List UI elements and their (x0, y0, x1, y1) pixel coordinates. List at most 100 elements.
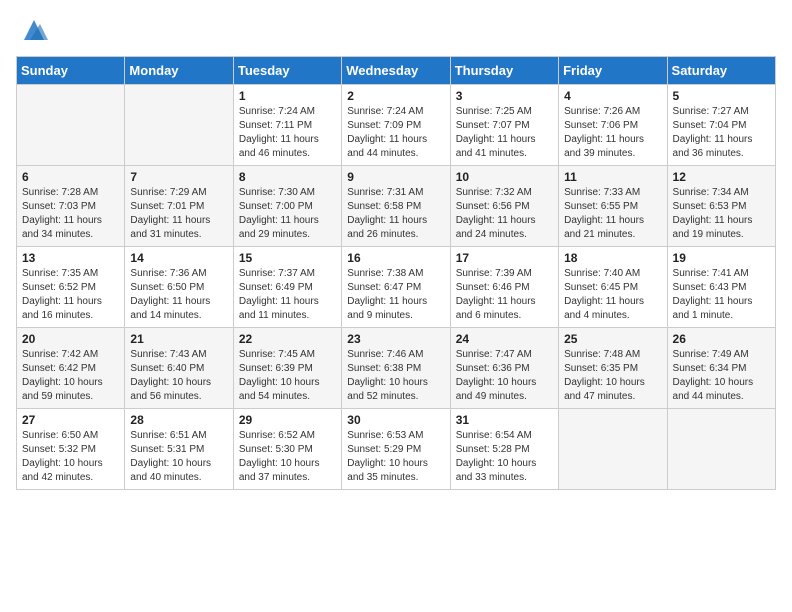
calendar-cell: 4 Sunrise: 7:26 AM Sunset: 7:06 PM Daylig… (559, 85, 667, 166)
day-info: Sunrise: 7:43 AM Sunset: 6:40 PM Dayligh… (130, 348, 227, 404)
day-number: 3 (456, 89, 553, 103)
day-info: Sunrise: 7:38 AM Sunset: 6:47 PM Dayligh… (347, 267, 444, 323)
day-info: Sunrise: 7:49 AM Sunset: 6:34 PM Dayligh… (673, 348, 770, 404)
day-number: 5 (673, 89, 770, 103)
day-info: Sunrise: 7:27 AM Sunset: 7:04 PM Dayligh… (673, 105, 770, 161)
day-info: Sunrise: 6:50 AM Sunset: 5:32 PM Dayligh… (22, 429, 119, 485)
day-number: 24 (456, 332, 553, 346)
day-info: Sunrise: 6:54 AM Sunset: 5:28 PM Dayligh… (456, 429, 553, 485)
day-info: Sunrise: 7:48 AM Sunset: 6:35 PM Dayligh… (564, 348, 661, 404)
day-number: 9 (347, 170, 444, 184)
day-number: 20 (22, 332, 119, 346)
day-number: 29 (239, 413, 336, 427)
calendar-cell (17, 85, 125, 166)
calendar-week-row: 13Sunrise: 7:35 AM Sunset: 6:52 PM Dayli… (17, 247, 776, 328)
day-info: Sunrise: 7:30 AM Sunset: 7:00 PM Dayligh… (239, 186, 336, 242)
day-number: 17 (456, 251, 553, 265)
logo-icon (20, 16, 48, 44)
calendar-cell: 27 Sunrise: 6:50 AM Sunset: 5:32 PM Dayli… (17, 409, 125, 490)
calendar-week-row: 27 Sunrise: 6:50 AM Sunset: 5:32 PM Dayli… (17, 409, 776, 490)
calendar-cell: 30 Sunrise: 6:53 AM Sunset: 5:29 PM Dayli… (342, 409, 450, 490)
calendar-cell: 17Sunrise: 7:39 AM Sunset: 6:46 PM Dayli… (450, 247, 558, 328)
day-info: Sunrise: 7:33 AM Sunset: 6:55 PM Dayligh… (564, 186, 661, 242)
calendar-cell: 21 Sunrise: 7:43 AM Sunset: 6:40 PM Dayli… (125, 328, 233, 409)
calendar-cell: 18Sunrise: 7:40 AM Sunset: 6:45 PM Dayli… (559, 247, 667, 328)
calendar-cell: 19Sunrise: 7:41 AM Sunset: 6:43 PM Dayli… (667, 247, 775, 328)
col-header-saturday: Saturday (667, 57, 775, 85)
day-number: 7 (130, 170, 227, 184)
calendar-cell: 25 Sunrise: 7:48 AM Sunset: 6:35 PM Dayli… (559, 328, 667, 409)
calendar-cell: 2 Sunrise: 7:24 AM Sunset: 7:09 PM Daylig… (342, 85, 450, 166)
calendar-cell: 15 Sunrise: 7:37 AM Sunset: 6:49 PM Dayli… (233, 247, 341, 328)
day-info: Sunrise: 7:26 AM Sunset: 7:06 PM Dayligh… (564, 105, 661, 161)
calendar-cell: 1Sunrise: 7:24 AM Sunset: 7:11 PM Daylig… (233, 85, 341, 166)
day-number: 6 (22, 170, 119, 184)
calendar-cell: 22 Sunrise: 7:45 AM Sunset: 6:39 PM Dayli… (233, 328, 341, 409)
calendar-cell: 28Sunrise: 6:51 AM Sunset: 5:31 PM Dayli… (125, 409, 233, 490)
day-number: 27 (22, 413, 119, 427)
calendar-week-row: 20 Sunrise: 7:42 AM Sunset: 6:42 PM Dayli… (17, 328, 776, 409)
day-number: 15 (239, 251, 336, 265)
day-number: 26 (673, 332, 770, 346)
day-info: Sunrise: 7:47 AM Sunset: 6:36 PM Dayligh… (456, 348, 553, 404)
day-number: 16 (347, 251, 444, 265)
calendar-cell: 12 Sunrise: 7:34 AM Sunset: 6:53 PM Dayli… (667, 166, 775, 247)
day-info: Sunrise: 7:42 AM Sunset: 6:42 PM Dayligh… (22, 348, 119, 404)
day-info: Sunrise: 7:24 AM Sunset: 7:09 PM Dayligh… (347, 105, 444, 161)
day-info: Sunrise: 7:24 AM Sunset: 7:11 PM Dayligh… (239, 105, 336, 161)
day-number: 19 (673, 251, 770, 265)
day-info: Sunrise: 6:52 AM Sunset: 5:30 PM Dayligh… (239, 429, 336, 485)
calendar-cell: 24 Sunrise: 7:47 AM Sunset: 6:36 PM Dayli… (450, 328, 558, 409)
day-info: Sunrise: 7:35 AM Sunset: 6:52 PM Dayligh… (22, 267, 119, 323)
day-info: Sunrise: 6:51 AM Sunset: 5:31 PM Dayligh… (130, 429, 227, 485)
calendar-cell: 20 Sunrise: 7:42 AM Sunset: 6:42 PM Dayli… (17, 328, 125, 409)
calendar-cell: 6Sunrise: 7:28 AM Sunset: 7:03 PM Daylig… (17, 166, 125, 247)
calendar-cell: 3Sunrise: 7:25 AM Sunset: 7:07 PM Daylig… (450, 85, 558, 166)
calendar-cell: 11 Sunrise: 7:33 AM Sunset: 6:55 PM Dayli… (559, 166, 667, 247)
col-header-tuesday: Tuesday (233, 57, 341, 85)
day-number: 30 (347, 413, 444, 427)
day-info: Sunrise: 6:53 AM Sunset: 5:29 PM Dayligh… (347, 429, 444, 485)
day-number: 25 (564, 332, 661, 346)
calendar-cell (559, 409, 667, 490)
col-header-monday: Monday (125, 57, 233, 85)
col-header-sunday: Sunday (17, 57, 125, 85)
calendar-cell: 29 Sunrise: 6:52 AM Sunset: 5:30 PM Dayli… (233, 409, 341, 490)
calendar-week-row: 6Sunrise: 7:28 AM Sunset: 7:03 PM Daylig… (17, 166, 776, 247)
calendar-cell: 13Sunrise: 7:35 AM Sunset: 6:52 PM Dayli… (17, 247, 125, 328)
day-number: 12 (673, 170, 770, 184)
day-number: 14 (130, 251, 227, 265)
col-header-wednesday: Wednesday (342, 57, 450, 85)
day-info: Sunrise: 7:32 AM Sunset: 6:56 PM Dayligh… (456, 186, 553, 242)
day-number: 10 (456, 170, 553, 184)
day-number: 23 (347, 332, 444, 346)
day-number: 22 (239, 332, 336, 346)
day-number: 18 (564, 251, 661, 265)
day-info: Sunrise: 7:45 AM Sunset: 6:39 PM Dayligh… (239, 348, 336, 404)
day-number: 11 (564, 170, 661, 184)
day-info: Sunrise: 7:36 AM Sunset: 6:50 PM Dayligh… (130, 267, 227, 323)
logo (16, 16, 48, 44)
calendar-cell: 16 Sunrise: 7:38 AM Sunset: 6:47 PM Dayli… (342, 247, 450, 328)
calendar-week-row: 1Sunrise: 7:24 AM Sunset: 7:11 PM Daylig… (17, 85, 776, 166)
calendar-header-row: SundayMondayTuesdayWednesdayThursdayFrid… (17, 57, 776, 85)
day-info: Sunrise: 7:37 AM Sunset: 6:49 PM Dayligh… (239, 267, 336, 323)
calendar-cell (125, 85, 233, 166)
day-number: 31 (456, 413, 553, 427)
day-info: Sunrise: 7:46 AM Sunset: 6:38 PM Dayligh… (347, 348, 444, 404)
day-info: Sunrise: 7:34 AM Sunset: 6:53 PM Dayligh… (673, 186, 770, 242)
calendar-cell: 23 Sunrise: 7:46 AM Sunset: 6:38 PM Dayli… (342, 328, 450, 409)
day-number: 4 (564, 89, 661, 103)
calendar-cell: 7 Sunrise: 7:29 AM Sunset: 7:01 PM Daylig… (125, 166, 233, 247)
calendar-table: SundayMondayTuesdayWednesdayThursdayFrid… (16, 56, 776, 490)
day-number: 2 (347, 89, 444, 103)
day-info: Sunrise: 7:29 AM Sunset: 7:01 PM Dayligh… (130, 186, 227, 242)
calendar-cell: 10 Sunrise: 7:32 AM Sunset: 6:56 PM Dayli… (450, 166, 558, 247)
day-number: 21 (130, 332, 227, 346)
calendar-cell: 26 Sunrise: 7:49 AM Sunset: 6:34 PM Dayli… (667, 328, 775, 409)
col-header-friday: Friday (559, 57, 667, 85)
day-number: 8 (239, 170, 336, 184)
calendar-cell: 5 Sunrise: 7:27 AM Sunset: 7:04 PM Daylig… (667, 85, 775, 166)
calendar-cell: 31 Sunrise: 6:54 AM Sunset: 5:28 PM Dayli… (450, 409, 558, 490)
calendar-cell (667, 409, 775, 490)
